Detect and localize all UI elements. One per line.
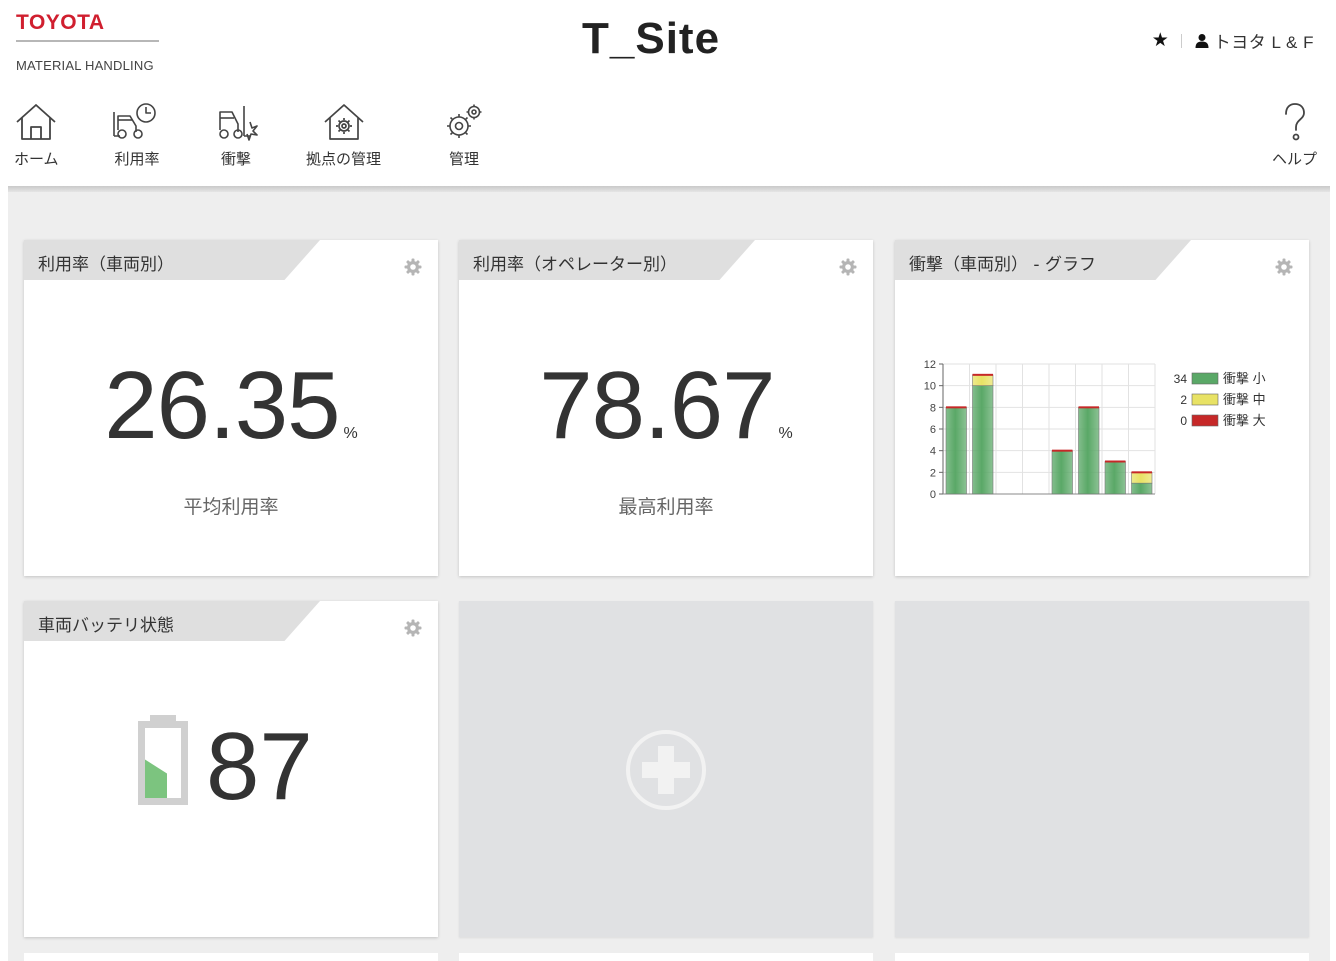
nav-site-management-label: 拠点の管理 (306, 150, 382, 168)
bar-cap (1078, 406, 1099, 409)
empty-widget-slot (895, 601, 1309, 937)
y-tick-label: 10 (924, 381, 936, 393)
y-tick-label: 0 (930, 489, 936, 501)
bar-cap (972, 373, 993, 376)
widget-impact-graph: 衝撃（車両別） - グラフ 0 2 4 6 8 10 12 34 衝撃 小 2 衝撃 中 0 衝撃 大 (895, 240, 1309, 576)
bar-segment (1104, 461, 1126, 495)
gear-icon[interactable] (404, 258, 422, 280)
bar-cap (1105, 460, 1126, 463)
nav-home[interactable]: ホーム (14, 102, 59, 169)
legend-count: 0 (1180, 414, 1187, 428)
y-tick-label: 2 (930, 467, 936, 479)
nav-management[interactable]: 管理 (444, 102, 484, 169)
widget-title: 車両バッテリ状態 (38, 616, 174, 636)
dashboard: 利用率（車両別） 26.35% 平均利用率 利用率（オペレーター別） 78.67… (8, 192, 1330, 961)
impact-chart-area: 0 2 4 6 8 10 12 34 衝撃 小 2 衝撃 中 0 衝撃 大 (895, 350, 1309, 510)
brand-subtitle: MATERIAL HANDLING (16, 58, 154, 73)
gear-icon[interactable] (404, 619, 422, 641)
bar-segment (972, 385, 994, 495)
next-widget-edge (895, 953, 1309, 961)
add-widget-slot[interactable] (459, 601, 873, 937)
battery-value: 87 (206, 713, 313, 820)
divider (1180, 33, 1182, 48)
bar-segment (945, 407, 967, 495)
widget-utilization-vehicle: 利用率（車両別） 26.35% 平均利用率 (24, 240, 438, 576)
home-icon (16, 104, 56, 140)
app-header: TOYOTA MATERIAL HANDLING T_Site ★ トヨタ L … (0, 0, 1336, 190)
value-number: 26.35 (104, 352, 340, 459)
nav-utilization[interactable]: 利用率 (112, 102, 162, 169)
legend-count: 34 (1174, 372, 1188, 386)
nav-impact-label: 衝撃 (220, 150, 251, 168)
value-unit: % (343, 425, 358, 442)
nav-home-label: ホーム (14, 150, 59, 168)
widget-title: 利用率（車両別） (38, 255, 174, 275)
bar-segment (1078, 407, 1100, 495)
widget-title: 利用率（オペレーター別） (473, 255, 677, 275)
site-title: T_Site (582, 14, 721, 63)
bar-segment (972, 374, 994, 386)
widget-title: 衝撃（車両別） - グラフ (909, 255, 1096, 275)
forklift-impact-icon (219, 106, 258, 141)
legend-label: 衝撃 大 (1223, 413, 1266, 428)
gear-icon[interactable] (839, 258, 857, 280)
nav-help[interactable]: ヘルプ (1272, 102, 1317, 169)
bar-segment (1131, 482, 1153, 495)
star-icon[interactable]: ★ (1152, 29, 1169, 52)
widget-vehicle-battery: 車両バッテリ状態 87 (24, 601, 438, 937)
legend-swatch (1191, 393, 1219, 406)
y-tick-label: 6 (930, 424, 936, 436)
nav-impact[interactable]: 衝撃 (214, 102, 258, 169)
y-tick-label: 12 (924, 359, 936, 371)
main-nav: ホーム 利用率 衝撃 拠点の管理 管理 ヘルプ (0, 102, 1336, 176)
value-number: 78.67 (539, 352, 775, 459)
max-utilization-value: 78.67% (459, 358, 873, 482)
legend-label: 衝撃 中 (1223, 392, 1266, 407)
bar-segment (1051, 450, 1073, 495)
legend-count: 2 (1180, 393, 1187, 407)
nav-management-label: 管理 (448, 150, 479, 168)
y-tick-label: 4 (930, 446, 936, 458)
next-widget-edge (24, 953, 438, 961)
user-area: ★ トヨタ L & F (1152, 28, 1314, 53)
widget-caption: 平均利用率 (183, 496, 279, 518)
bar-segment (1131, 472, 1153, 484)
forklift-clock-icon (113, 103, 156, 139)
impact-chart: 0 2 4 6 8 10 12 34 衝撃 小 2 衝撃 中 0 衝撃 大 (924, 359, 1266, 501)
brand-logo[interactable]: TOYOTA MATERIAL HANDLING (16, 10, 159, 73)
legend-label: 衝撃 小 (1223, 371, 1266, 386)
nav-site-management[interactable]: 拠点の管理 (306, 102, 381, 169)
legend-swatch (1191, 414, 1219, 427)
bar-cap (1052, 449, 1073, 452)
widget-utilization-operator: 利用率（オペレーター別） 78.67% 最高利用率 (459, 240, 873, 576)
brand-name: TOYOTA (16, 11, 105, 34)
widget-caption: 最高利用率 (618, 496, 714, 518)
bar-cap (946, 406, 967, 409)
nav-help-label: ヘルプ (1272, 150, 1318, 168)
user-name[interactable]: トヨタ L & F (1214, 28, 1314, 53)
person-icon (1194, 33, 1210, 49)
value-unit: % (778, 425, 793, 442)
gears-icon (447, 104, 482, 138)
bar-cap (1131, 471, 1152, 474)
home-gear-icon (323, 104, 364, 140)
gear-icon[interactable] (1275, 258, 1293, 280)
next-widget-edge (459, 953, 873, 961)
brand-divider (16, 40, 159, 42)
battery-icon (136, 715, 190, 811)
y-tick-label: 8 (930, 402, 936, 414)
question-icon (1284, 103, 1305, 141)
average-utilization-value: 26.35% (24, 358, 438, 482)
plus-circle-icon[interactable] (625, 729, 707, 815)
nav-utilization-label: 利用率 (114, 150, 160, 168)
legend-swatch (1191, 372, 1219, 385)
